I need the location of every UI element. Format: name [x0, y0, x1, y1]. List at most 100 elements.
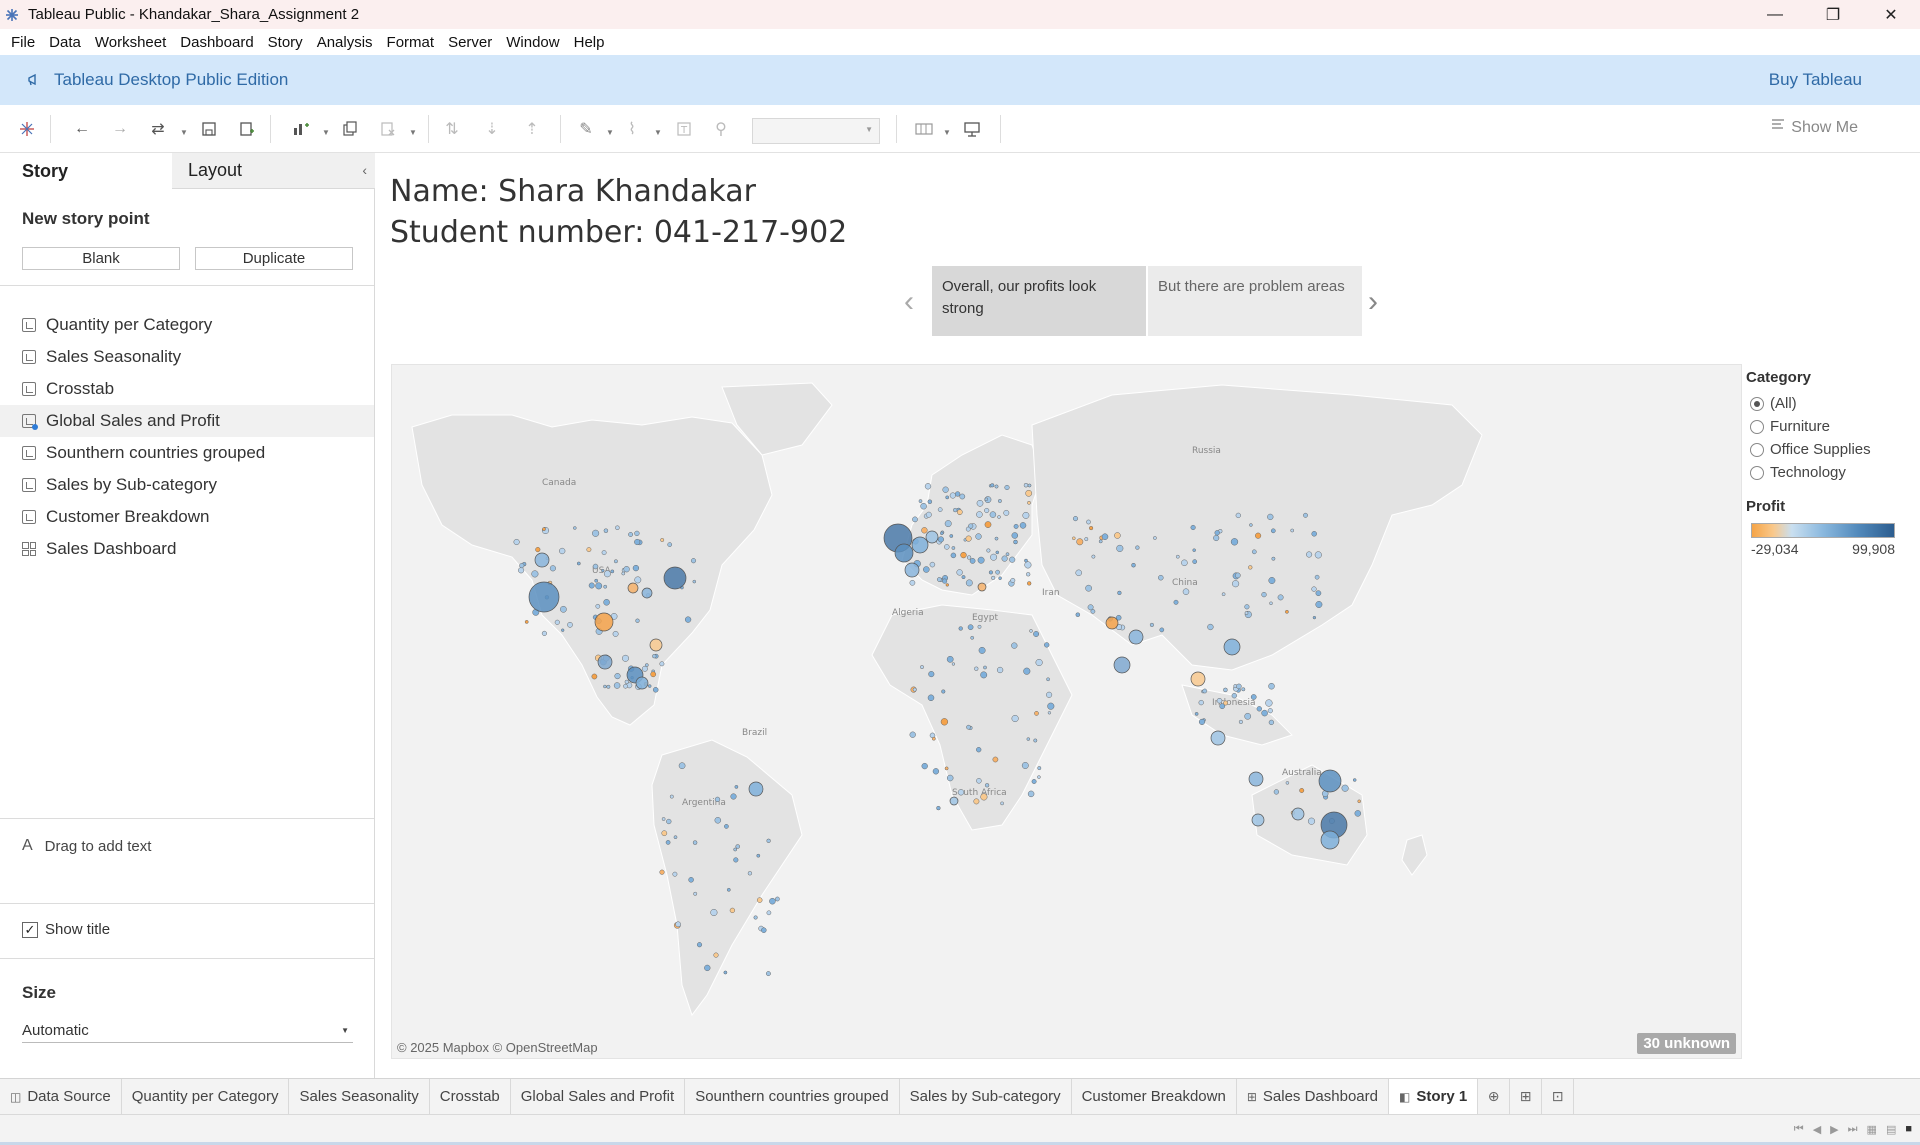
menu-file[interactable]: File	[4, 34, 42, 51]
radio[interactable]	[1750, 442, 1764, 457]
blank-button[interactable]: Blank	[22, 247, 180, 270]
map-point	[535, 547, 541, 553]
replay-icon[interactable]: ⇄	[148, 119, 168, 139]
size-dropdown[interactable]: Automatic ▼	[22, 1019, 353, 1043]
last-sheet-icon[interactable]: ⏭	[1848, 1123, 1858, 1136]
close-button[interactable]: ✕	[1862, 0, 1920, 29]
tab-sales-seasonality[interactable]: Sales Seasonality	[289, 1079, 430, 1114]
map-point	[1003, 509, 1010, 516]
tab-quantity-per-category[interactable]: Quantity per Category	[122, 1079, 290, 1114]
menu-data[interactable]: Data	[42, 34, 88, 51]
show-title-checkbox[interactable]: ✓	[22, 921, 38, 938]
radio[interactable]	[1750, 465, 1764, 480]
sort-ascending-icon[interactable]: ⇣	[482, 119, 502, 139]
new-story-tab-icon[interactable]: ⊡	[1542, 1079, 1575, 1114]
group-members-icon[interactable]: ⌇	[622, 119, 642, 139]
minimize-button[interactable]: —	[1746, 0, 1804, 29]
map-point	[944, 520, 952, 528]
new-dashboard-tab-icon[interactable]: ⊞	[1510, 1079, 1543, 1114]
map-point	[1234, 572, 1241, 579]
sheet-item-sales-dashboard[interactable]: Sales Dashboard	[0, 533, 374, 565]
show-me-button[interactable]: Show Me	[1771, 118, 1858, 137]
sheet-item-customer-breakdown[interactable]: Customer Breakdown	[0, 501, 374, 533]
sheet-item-global-sales-and-profit[interactable]: Global Sales and Profit	[0, 405, 374, 437]
map-point	[573, 526, 577, 530]
restore-button[interactable]: ❐	[1804, 0, 1862, 29]
tab-data-source[interactable]: ◫ Data Source	[0, 1079, 122, 1114]
show-cards-icon[interactable]	[914, 119, 934, 139]
tab-crosstab[interactable]: Crosstab	[430, 1079, 511, 1114]
map-point	[1005, 552, 1010, 557]
new-datasource-icon[interactable]	[237, 119, 257, 139]
menu-server[interactable]: Server	[441, 34, 499, 51]
new-worksheet-tab-icon[interactable]: ⊕	[1478, 1079, 1511, 1114]
save-icon[interactable]	[199, 119, 219, 139]
menu-format[interactable]: Format	[380, 34, 442, 51]
menu-window[interactable]: Window	[499, 34, 566, 51]
show-tabs-icon[interactable]: ■	[1905, 1123, 1912, 1136]
map-point	[603, 584, 608, 589]
unknown-indicator[interactable]: 30 unknown	[1637, 1033, 1736, 1054]
tab-global-sales-and-profit[interactable]: Global Sales and Profit	[511, 1079, 686, 1114]
duplicate-sheet-icon[interactable]	[340, 119, 360, 139]
tab-sales-by-sub-category[interactable]: Sales by Sub-category	[900, 1079, 1072, 1114]
radio-selected[interactable]	[1750, 396, 1764, 411]
sort-descending-icon[interactable]: ⇡	[522, 119, 542, 139]
menu-dashboard[interactable]: Dashboard	[173, 34, 260, 51]
radio[interactable]	[1750, 419, 1764, 434]
swap-icon[interactable]: ⇅	[442, 119, 462, 139]
tab-sales-dashboard[interactable]: ⊞ Sales Dashboard	[1237, 1079, 1389, 1114]
duplicate-button[interactable]: Duplicate	[195, 247, 353, 270]
filter-option-furniture[interactable]: Furniture	[1746, 415, 1916, 438]
clear-sheet-icon[interactable]	[378, 119, 398, 139]
menu-help[interactable]: Help	[567, 34, 612, 51]
sheet-item-southern-countries-grouped[interactable]: Sounthern countries grouped	[0, 437, 374, 469]
sheet-item-sales-by-sub-category[interactable]: Sales by Sub-category	[0, 469, 374, 501]
tab-story-1[interactable]: ◧ Story 1	[1388, 1079, 1479, 1114]
tableau-logo-icon[interactable]	[17, 119, 37, 139]
sheet-item-quantity-per-category[interactable]: Quantity per Category	[0, 309, 374, 341]
next-story-point-icon[interactable]: ›	[1368, 285, 1378, 319]
show-sheet-sorter-icon[interactable]: ▦	[1867, 1123, 1877, 1136]
redo-icon[interactable]: →	[110, 119, 130, 139]
map-point	[756, 853, 761, 858]
map-bubble	[1190, 671, 1206, 687]
map-point	[949, 534, 954, 538]
menu-worksheet[interactable]: Worksheet	[88, 34, 173, 51]
menu-analysis[interactable]: Analysis	[310, 34, 380, 51]
show-title-toggle[interactable]: ✓ Show title	[22, 921, 110, 938]
highlight-icon[interactable]: ✎	[576, 119, 596, 139]
sheet-item-crosstab[interactable]: Crosstab	[0, 373, 374, 405]
world-map[interactable]: Canada USA Russia China Algeria Egypt Iran Braz…	[391, 364, 1742, 1059]
show-filmstrip-icon[interactable]: ▤	[1886, 1123, 1896, 1136]
previous-story-point-icon[interactable]: ‹	[904, 285, 914, 319]
filter-option-office-supplies[interactable]: Office Supplies	[1746, 438, 1916, 461]
sheet-item-sales-seasonality[interactable]: Sales Seasonality	[0, 341, 374, 373]
pin-icon[interactable]: ⚲	[711, 119, 731, 139]
previous-sheet-icon[interactable]: ◀	[1813, 1123, 1821, 1136]
next-sheet-icon[interactable]: ▶	[1830, 1123, 1838, 1136]
tableau-app-icon	[4, 7, 20, 23]
menu-story[interactable]: Story	[261, 34, 310, 51]
tab-layout[interactable]: Layout ‹	[172, 153, 375, 189]
new-worksheet-icon[interactable]	[291, 119, 311, 139]
tab-label: Data Source	[27, 1088, 111, 1105]
drag-to-add-text[interactable]: A Drag to add text	[22, 837, 151, 855]
map-point	[518, 567, 525, 574]
buy-tableau-link[interactable]: Buy Tableau	[1769, 70, 1862, 90]
story-point-1[interactable]: Overall, our profits look strong	[932, 266, 1146, 336]
first-sheet-icon[interactable]: ⏮	[1794, 1123, 1804, 1136]
filter-option-all[interactable]: (All)	[1746, 392, 1916, 415]
tab-story[interactable]: Story	[0, 153, 172, 189]
show-mark-labels-icon[interactable]: T	[674, 119, 694, 139]
fit-selector[interactable]: ▼	[752, 118, 880, 144]
collapse-pane-icon[interactable]: ‹	[362, 162, 367, 178]
undo-icon[interactable]: ←	[72, 119, 92, 139]
tab-customer-breakdown[interactable]: Customer Breakdown	[1072, 1079, 1237, 1114]
map-point	[632, 564, 640, 572]
presentation-mode-icon[interactable]	[962, 119, 982, 139]
map-point	[984, 497, 989, 502]
story-point-2[interactable]: But there are problem areas	[1148, 266, 1362, 336]
filter-option-technology[interactable]: Technology	[1746, 461, 1916, 484]
tab-southern-countries-grouped[interactable]: Sounthern countries grouped	[685, 1079, 900, 1114]
